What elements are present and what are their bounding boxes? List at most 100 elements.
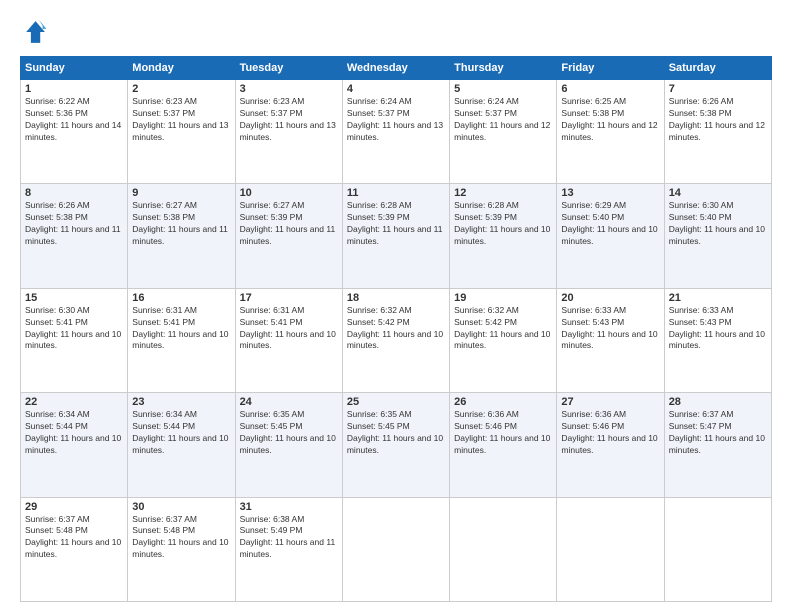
- day-info: Sunrise: 6:37 AMSunset: 5:48 PMDaylight:…: [132, 514, 230, 562]
- calendar-cell: 18Sunrise: 6:32 AMSunset: 5:42 PMDayligh…: [342, 288, 449, 392]
- day-info: Sunrise: 6:30 AMSunset: 5:41 PMDaylight:…: [25, 305, 123, 353]
- calendar-cell: 25Sunrise: 6:35 AMSunset: 5:45 PMDayligh…: [342, 393, 449, 497]
- calendar-cell: 5Sunrise: 6:24 AMSunset: 5:37 PMDaylight…: [450, 80, 557, 184]
- calendar-week-3: 15Sunrise: 6:30 AMSunset: 5:41 PMDayligh…: [21, 288, 772, 392]
- day-info: Sunrise: 6:28 AMSunset: 5:39 PMDaylight:…: [347, 200, 445, 248]
- day-number: 21: [669, 292, 767, 304]
- day-info: Sunrise: 6:23 AMSunset: 5:37 PMDaylight:…: [240, 96, 338, 144]
- calendar-cell: 29Sunrise: 6:37 AMSunset: 5:48 PMDayligh…: [21, 497, 128, 601]
- day-number: 15: [25, 292, 123, 304]
- day-info: Sunrise: 6:30 AMSunset: 5:40 PMDaylight:…: [669, 200, 767, 248]
- day-info: Sunrise: 6:35 AMSunset: 5:45 PMDaylight:…: [240, 409, 338, 457]
- day-number: 28: [669, 396, 767, 408]
- calendar-cell: 14Sunrise: 6:30 AMSunset: 5:40 PMDayligh…: [664, 184, 771, 288]
- day-number: 19: [454, 292, 552, 304]
- day-number: 17: [240, 292, 338, 304]
- day-number: 12: [454, 187, 552, 199]
- calendar-cell: 26Sunrise: 6:36 AMSunset: 5:46 PMDayligh…: [450, 393, 557, 497]
- calendar-cell: 1Sunrise: 6:22 AMSunset: 5:36 PMDaylight…: [21, 80, 128, 184]
- day-info: Sunrise: 6:33 AMSunset: 5:43 PMDaylight:…: [669, 305, 767, 353]
- day-number: 2: [132, 83, 230, 95]
- day-number: 13: [561, 187, 659, 199]
- day-info: Sunrise: 6:38 AMSunset: 5:49 PMDaylight:…: [240, 514, 338, 562]
- calendar-cell: [342, 497, 449, 601]
- calendar-cell: 9Sunrise: 6:27 AMSunset: 5:38 PMDaylight…: [128, 184, 235, 288]
- calendar-cell: 23Sunrise: 6:34 AMSunset: 5:44 PMDayligh…: [128, 393, 235, 497]
- calendar-cell: 21Sunrise: 6:33 AMSunset: 5:43 PMDayligh…: [664, 288, 771, 392]
- calendar-week-4: 22Sunrise: 6:34 AMSunset: 5:44 PMDayligh…: [21, 393, 772, 497]
- day-info: Sunrise: 6:28 AMSunset: 5:39 PMDaylight:…: [454, 200, 552, 248]
- calendar-cell: 7Sunrise: 6:26 AMSunset: 5:38 PMDaylight…: [664, 80, 771, 184]
- day-info: Sunrise: 6:34 AMSunset: 5:44 PMDaylight:…: [25, 409, 123, 457]
- day-number: 3: [240, 83, 338, 95]
- calendar-cell: 31Sunrise: 6:38 AMSunset: 5:49 PMDayligh…: [235, 497, 342, 601]
- day-info: Sunrise: 6:31 AMSunset: 5:41 PMDaylight:…: [132, 305, 230, 353]
- day-info: Sunrise: 6:36 AMSunset: 5:46 PMDaylight:…: [561, 409, 659, 457]
- calendar-cell: 16Sunrise: 6:31 AMSunset: 5:41 PMDayligh…: [128, 288, 235, 392]
- day-number: 31: [240, 501, 338, 513]
- day-number: 26: [454, 396, 552, 408]
- calendar-cell: 28Sunrise: 6:37 AMSunset: 5:47 PMDayligh…: [664, 393, 771, 497]
- column-header-tuesday: Tuesday: [235, 57, 342, 80]
- calendar-week-2: 8Sunrise: 6:26 AMSunset: 5:38 PMDaylight…: [21, 184, 772, 288]
- day-info: Sunrise: 6:24 AMSunset: 5:37 PMDaylight:…: [347, 96, 445, 144]
- calendar-cell: 12Sunrise: 6:28 AMSunset: 5:39 PMDayligh…: [450, 184, 557, 288]
- calendar-header-row: SundayMondayTuesdayWednesdayThursdayFrid…: [21, 57, 772, 80]
- calendar-cell: 8Sunrise: 6:26 AMSunset: 5:38 PMDaylight…: [21, 184, 128, 288]
- calendar-cell: 3Sunrise: 6:23 AMSunset: 5:37 PMDaylight…: [235, 80, 342, 184]
- page: SundayMondayTuesdayWednesdayThursdayFrid…: [0, 0, 792, 612]
- day-number: 27: [561, 396, 659, 408]
- day-info: Sunrise: 6:32 AMSunset: 5:42 PMDaylight:…: [347, 305, 445, 353]
- calendar-week-5: 29 Sunrise: 6:37 AMSunset: 5:48 PMDayligh…: [21, 497, 772, 601]
- calendar-cell: 17Sunrise: 6:31 AMSunset: 5:41 PMDayligh…: [235, 288, 342, 392]
- calendar-cell: 11Sunrise: 6:28 AMSunset: 5:39 PMDayligh…: [342, 184, 449, 288]
- day-number: 16: [132, 292, 230, 304]
- calendar-week-1: 1Sunrise: 6:22 AMSunset: 5:36 PMDaylight…: [21, 80, 772, 184]
- calendar-cell: 30Sunrise: 6:37 AMSunset: 5:48 PMDayligh…: [128, 497, 235, 601]
- calendar-cell: [450, 497, 557, 601]
- day-number: 23: [132, 396, 230, 408]
- day-number: 14: [669, 187, 767, 199]
- day-info: Sunrise: 6:29 AMSunset: 5:40 PMDaylight:…: [561, 200, 659, 248]
- column-header-thursday: Thursday: [450, 57, 557, 80]
- column-header-monday: Monday: [128, 57, 235, 80]
- day-number: 22: [25, 396, 123, 408]
- calendar-cell: 20Sunrise: 6:33 AMSunset: 5:43 PMDayligh…: [557, 288, 664, 392]
- logo-icon: [20, 18, 48, 46]
- day-number: 20: [561, 292, 659, 304]
- day-info: Sunrise: 6:23 AMSunset: 5:37 PMDaylight:…: [132, 96, 230, 144]
- day-number: 9: [132, 187, 230, 199]
- calendar-cell: 19Sunrise: 6:32 AMSunset: 5:42 PMDayligh…: [450, 288, 557, 392]
- day-info: Sunrise: 6:26 AMSunset: 5:38 PMDaylight:…: [669, 96, 767, 144]
- day-info: Sunrise: 6:27 AMSunset: 5:39 PMDaylight:…: [240, 200, 338, 248]
- column-header-friday: Friday: [557, 57, 664, 80]
- day-info: Sunrise: 6:26 AMSunset: 5:38 PMDaylight:…: [25, 200, 123, 248]
- calendar-cell: 22Sunrise: 6:34 AMSunset: 5:44 PMDayligh…: [21, 393, 128, 497]
- calendar-cell: 15Sunrise: 6:30 AMSunset: 5:41 PMDayligh…: [21, 288, 128, 392]
- calendar-cell: 24Sunrise: 6:35 AMSunset: 5:45 PMDayligh…: [235, 393, 342, 497]
- day-number: 6: [561, 83, 659, 95]
- day-number: 5: [454, 83, 552, 95]
- day-info: Sunrise: 6:25 AMSunset: 5:38 PMDaylight:…: [561, 96, 659, 144]
- day-number: 25: [347, 396, 445, 408]
- day-info: Sunrise: 6:31 AMSunset: 5:41 PMDaylight:…: [240, 305, 338, 353]
- calendar-cell: 2Sunrise: 6:23 AMSunset: 5:37 PMDaylight…: [128, 80, 235, 184]
- day-number: 10: [240, 187, 338, 199]
- calendar-cell: [664, 497, 771, 601]
- day-info: Sunrise: 6:34 AMSunset: 5:44 PMDaylight:…: [132, 409, 230, 457]
- column-header-saturday: Saturday: [664, 57, 771, 80]
- day-number: 7: [669, 83, 767, 95]
- day-number: 18: [347, 292, 445, 304]
- calendar-table: SundayMondayTuesdayWednesdayThursdayFrid…: [20, 56, 772, 602]
- day-info: Sunrise: 6:32 AMSunset: 5:42 PMDaylight:…: [454, 305, 552, 353]
- day-info: Sunrise: 6:36 AMSunset: 5:46 PMDaylight:…: [454, 409, 552, 457]
- calendar-cell: 27Sunrise: 6:36 AMSunset: 5:46 PMDayligh…: [557, 393, 664, 497]
- header: [20, 18, 772, 46]
- day-info: Sunrise: 6:33 AMSunset: 5:43 PMDaylight:…: [561, 305, 659, 353]
- day-number: 1: [25, 83, 123, 95]
- day-info: Sunrise: 6:22 AMSunset: 5:36 PMDaylight:…: [25, 96, 123, 144]
- day-number: 29: [25, 501, 123, 513]
- calendar-cell: 13Sunrise: 6:29 AMSunset: 5:40 PMDayligh…: [557, 184, 664, 288]
- calendar-cell: 4Sunrise: 6:24 AMSunset: 5:37 PMDaylight…: [342, 80, 449, 184]
- day-info: Sunrise: 6:27 AMSunset: 5:38 PMDaylight:…: [132, 200, 230, 248]
